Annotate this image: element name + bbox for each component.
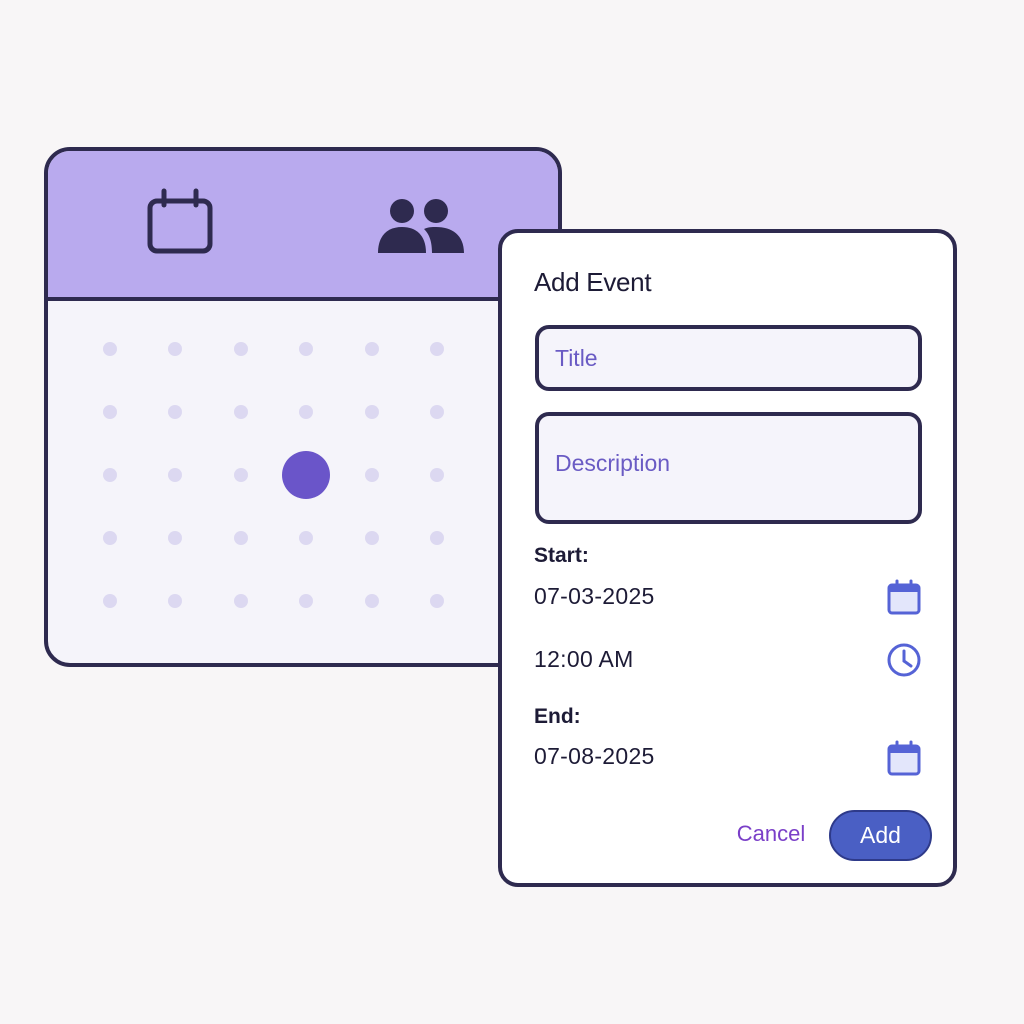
add-button[interactable]: Add: [829, 810, 932, 861]
calendar-day-dot[interactable]: [168, 531, 183, 545]
calendar-day-dot[interactable]: [233, 405, 248, 419]
calendar-day-dot[interactable]: [364, 405, 379, 419]
calendar-day-dot[interactable]: [233, 531, 248, 545]
cancel-button[interactable]: Cancel: [728, 810, 814, 858]
calendar-day-dot[interactable]: [299, 342, 314, 356]
calendar-day-dot[interactable]: [233, 342, 248, 356]
title-input[interactable]: [535, 325, 922, 391]
calendar-day-dot[interactable]: [103, 405, 117, 419]
dialog-title: Add Event: [534, 267, 652, 297]
selected-day-dot[interactable]: [282, 451, 331, 499]
calendar-day-dot[interactable]: [299, 531, 314, 545]
calendar-day-dot[interactable]: [168, 342, 183, 356]
calendar-day-dot[interactable]: [430, 468, 444, 482]
calendar-day-dot[interactable]: [103, 594, 117, 608]
start-time-value[interactable]: 12:00 AM: [534, 646, 634, 673]
people-icon[interactable]: [374, 189, 470, 261]
calendar-day-dot[interactable]: [430, 594, 444, 608]
end-date-value[interactable]: 07-08-2025: [534, 743, 655, 770]
description-input[interactable]: [535, 412, 922, 524]
calendar-day-dot[interactable]: [299, 405, 314, 419]
calendar-day-grid: [48, 301, 558, 663]
calendar-card: [44, 147, 562, 667]
calendar-day-dot[interactable]: [103, 531, 117, 545]
calendar-day-dot[interactable]: [168, 594, 183, 608]
calendar-day-dot[interactable]: [430, 405, 444, 419]
calendar-header: [48, 151, 558, 301]
calendar-day-dot[interactable]: [233, 468, 248, 482]
start-time-clock-icon[interactable]: [884, 640, 924, 680]
calendar-day-dot[interactable]: [168, 468, 183, 482]
calendar-day-dot[interactable]: [364, 531, 379, 545]
calendar-day-dot[interactable]: [233, 594, 248, 608]
calendar-icon[interactable]: [144, 187, 216, 259]
calendar-day-dot[interactable]: [168, 405, 183, 419]
calendar-day-dot[interactable]: [430, 342, 444, 356]
start-label: Start:: [534, 544, 589, 567]
calendar-day-dot[interactable]: [364, 342, 379, 356]
add-event-dialog: Add Event Start: 07-03-2025 12:00 AM End…: [498, 229, 957, 887]
calendar-day-dot[interactable]: [103, 468, 117, 482]
calendar-day-dot[interactable]: [364, 594, 379, 608]
end-label: End:: [534, 705, 581, 728]
end-date-calendar-icon[interactable]: [884, 738, 924, 778]
calendar-day-dot[interactable]: [430, 531, 444, 545]
calendar-day-dot[interactable]: [364, 468, 379, 482]
calendar-day-dot[interactable]: [299, 594, 314, 608]
start-date-value[interactable]: 07-03-2025: [534, 583, 655, 610]
calendar-day-dot[interactable]: [103, 342, 117, 356]
start-date-calendar-icon[interactable]: [884, 577, 924, 617]
